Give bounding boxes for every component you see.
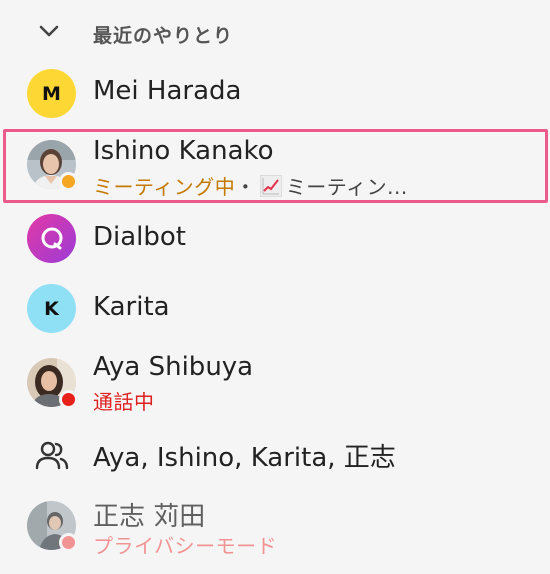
group-icon xyxy=(35,441,68,469)
separator: ・ xyxy=(235,175,256,199)
contact-row-ishino-kanako[interactable]: Ishino Kanako ミーティング中・ ミーティン... xyxy=(0,130,550,200)
contact-row-masashi-karita[interactable]: 正志 苅田 プライバシーモード xyxy=(0,492,550,562)
contact-name: Karita xyxy=(93,292,170,322)
status-text: ミーティング中 xyxy=(93,175,236,199)
contact-name: Mei Harada xyxy=(93,76,242,106)
contact-name: Aya Shibuya xyxy=(93,352,254,382)
avatar: K xyxy=(27,284,76,333)
contact-row-karita[interactable]: K Karita xyxy=(0,273,550,343)
chat-bubble-icon xyxy=(41,227,62,249)
avatar xyxy=(27,430,76,479)
avatar-initial: M xyxy=(42,82,61,105)
avatar xyxy=(27,140,78,191)
section-title: 最近のやりとり xyxy=(93,25,234,47)
avatar: M xyxy=(27,69,76,118)
contact-name: 正志 苅田 xyxy=(93,502,206,532)
status-text: プライバシーモード xyxy=(93,534,278,558)
contact-row-dialbot[interactable]: Dialbot xyxy=(0,204,550,274)
contact-row-group[interactable]: Aya, Ishino, Karita, 正志 xyxy=(0,419,550,489)
chart-increasing-icon xyxy=(259,175,282,197)
contact-name: Ishino Kanako xyxy=(93,136,274,166)
avatar xyxy=(27,358,78,409)
status-in-call-dot xyxy=(59,390,78,409)
contact-row-mei-harada[interactable]: M Mei Harada xyxy=(0,60,550,130)
contact-status-line: ミーティング中・ ミーティン... xyxy=(93,171,408,200)
avatar xyxy=(27,501,78,552)
status-busy-dot xyxy=(59,172,78,191)
activity-text: ミーティン... xyxy=(285,175,408,199)
contact-name: Dialbot xyxy=(93,222,187,252)
avatar xyxy=(27,214,76,263)
status-privacy-dot xyxy=(59,533,78,552)
avatar-initial: K xyxy=(44,297,59,320)
contact-row-aya-shibuya[interactable]: Aya Shibuya 通話中 xyxy=(0,346,550,416)
contact-name: Aya, Ishino, Karita, 正志 xyxy=(93,443,396,473)
section-header-recent[interactable]: 最近のやりとり xyxy=(0,0,550,66)
chevron-down-icon[interactable] xyxy=(38,22,60,40)
status-text: 通話中 xyxy=(93,390,155,414)
